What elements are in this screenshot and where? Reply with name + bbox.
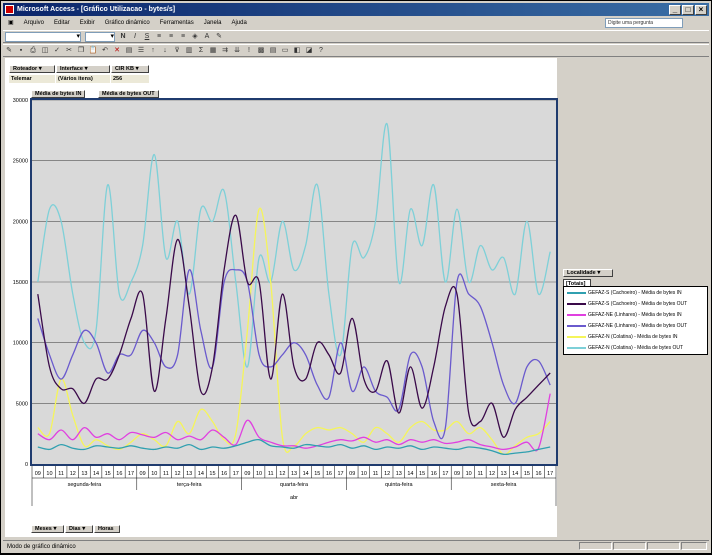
hour-tick-label: 14 <box>407 471 413 477</box>
hour-tick-label: 09 <box>244 471 250 477</box>
day-label: sexta-feira <box>491 482 518 488</box>
legend-item: GEFAZ-NE (Linhares) - Média de bytes IN <box>566 310 708 320</box>
hour-tick-label: 12 <box>384 471 390 477</box>
hour-tick-label: 11 <box>373 471 379 477</box>
legend-swatch <box>567 336 586 338</box>
hour-tick-label: 09 <box>140 471 146 477</box>
hour-tick-label: 10 <box>466 471 472 477</box>
legend-swatch <box>567 292 586 294</box>
hour-tick-label: 11 <box>163 471 169 477</box>
status-cell <box>579 542 612 550</box>
month-label: abr <box>290 495 298 501</box>
hour-tick-label: 13 <box>501 471 507 477</box>
status-cell <box>613 542 646 550</box>
hour-tick-label: 12 <box>489 471 495 477</box>
hour-tick-label: 12 <box>174 471 180 477</box>
hour-tick-label: 17 <box>442 471 448 477</box>
legend-label: GEFAZ-NE (Linhares) - Média de bytes OUT <box>588 323 688 329</box>
day-label: segunda-feira <box>68 482 103 488</box>
hour-tick-label: 10 <box>361 471 367 477</box>
legend-item: GEFAZ-N (Colatina) - Média de bytes OUT <box>566 343 708 353</box>
access-window: Microsoft Access - [Gráfico Utilizacao -… <box>1 1 711 553</box>
legend-label: GEFAZ-N (Colatina) - Média de bytes IN <box>588 334 678 340</box>
y-tick-label: 10000 <box>13 341 28 347</box>
y-tick-label: 25000 <box>13 159 28 165</box>
category-field-dias[interactable]: Dias <box>65 525 93 533</box>
legend-label: GEFAZ-S (Cachoeiro) - Média de bytes OUT <box>588 301 688 307</box>
category-field-meses[interactable]: Meses <box>31 525 64 533</box>
hour-tick-label: 14 <box>303 471 309 477</box>
status-cell <box>681 542 707 550</box>
legend-swatch <box>567 314 586 316</box>
chart-axes: 0 5000 10000 15000 20000 25000 30000 09 10 11 12 13… <box>13 98 557 506</box>
hour-tick-label: 09 <box>349 471 355 477</box>
hour-tick-label: 13 <box>291 471 297 477</box>
y-tick-label: 15000 <box>13 280 28 286</box>
legend-item: GEFAZ-S (Cachoeiro) - Média de bytes OUT <box>566 299 708 309</box>
day-label: terça-feira <box>177 482 203 488</box>
hour-tick-label: 09 <box>454 471 460 477</box>
day-label: quinta-feira <box>385 482 413 488</box>
legend-item: GEFAZ-N (Colatina) - Média de bytes IN <box>566 332 708 342</box>
hour-tick-label: 17 <box>547 471 553 477</box>
hour-tick-label: 17 <box>128 471 134 477</box>
category-field-horas[interactable]: Horas <box>94 525 120 533</box>
hour-tick-label: 15 <box>419 471 425 477</box>
chart-legend[interactable]: GEFAZ-S (Cachoeiro) - Média de bytes IN … <box>563 286 708 355</box>
hour-tick-label: 16 <box>535 471 541 477</box>
hour-tick-label: 11 <box>477 471 483 477</box>
hour-tick-label: 10 <box>46 471 52 477</box>
hour-tick-label: 10 <box>256 471 262 477</box>
y-tick-label: 0 <box>25 462 28 468</box>
series-field-localidade[interactable]: Localidade <box>563 269 613 277</box>
legend-item: GEFAZ-S (Cachoeiro) - Média de bytes IN <box>566 288 708 298</box>
legend-swatch <box>567 303 586 305</box>
day-label: quarta-feira <box>280 482 309 488</box>
hour-tick-label: 13 <box>186 471 192 477</box>
hour-tick-label: 14 <box>93 471 99 477</box>
legend-swatch <box>567 325 586 327</box>
hour-tick-label: 16 <box>431 471 437 477</box>
hour-tick-label: 15 <box>105 471 111 477</box>
legend-item: GEFAZ-NE (Linhares) - Média de bytes OUT <box>566 321 708 331</box>
legend-swatch <box>567 347 586 349</box>
hour-tick-label: 17 <box>338 471 344 477</box>
hour-tick-label: 16 <box>116 471 122 477</box>
hour-tick-label: 12 <box>70 471 76 477</box>
hour-tick-label: 11 <box>58 471 64 477</box>
hour-tick-label: 15 <box>524 471 530 477</box>
hour-tick-label: 14 <box>512 471 518 477</box>
hour-tick-label: 15 <box>209 471 215 477</box>
hour-tick-label: 13 <box>81 471 87 477</box>
hour-tick-label: 14 <box>198 471 204 477</box>
hour-tick-label: 11 <box>268 471 274 477</box>
hour-tick-label: 15 <box>314 471 320 477</box>
status-cell <box>647 542 680 550</box>
hour-tick-label: 17 <box>233 471 239 477</box>
legend-label: GEFAZ-N (Colatina) - Média de bytes OUT <box>588 345 684 351</box>
hour-tick-label: 09 <box>35 471 41 477</box>
hour-tick-label: 12 <box>279 471 285 477</box>
hour-tick-label: 16 <box>326 471 332 477</box>
legend-label: GEFAZ-NE (Linhares) - Média de bytes IN <box>588 312 682 318</box>
y-tick-label: 20000 <box>13 219 28 225</box>
y-tick-label: 5000 <box>16 401 28 407</box>
legend-label: GEFAZ-S (Cachoeiro) - Média de bytes IN <box>588 290 682 296</box>
hour-tick-label: 10 <box>151 471 157 477</box>
y-tick-label: 30000 <box>13 98 28 104</box>
hour-tick-label: 13 <box>396 471 402 477</box>
hour-tick-label: 16 <box>221 471 227 477</box>
